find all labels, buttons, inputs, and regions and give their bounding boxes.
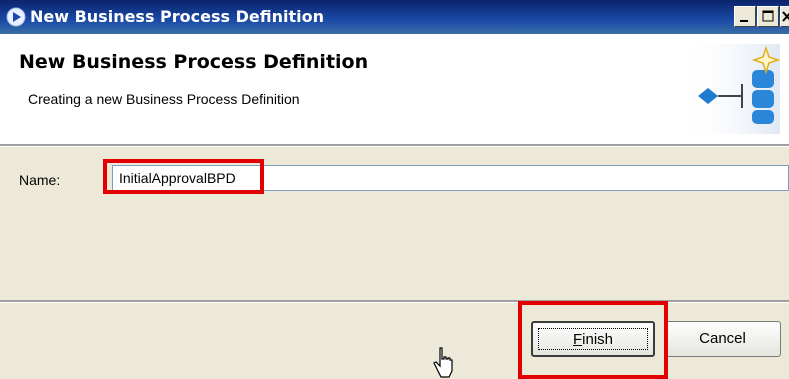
app-play-icon xyxy=(6,7,26,27)
name-label: Name: xyxy=(19,172,61,188)
finish-button[interactable]: Finish xyxy=(531,321,655,357)
minimize-button[interactable] xyxy=(734,6,756,27)
maximize-button[interactable] xyxy=(757,6,779,27)
button-bar-separator xyxy=(0,300,789,303)
header-separator xyxy=(0,144,789,147)
focus-ring xyxy=(538,328,648,350)
close-button[interactable] xyxy=(780,6,789,27)
window-title: New Business Process Definition xyxy=(30,7,324,26)
close-icon xyxy=(782,11,789,22)
title-bar[interactable]: New Business Process Definition xyxy=(0,0,789,34)
page-title: New Business Process Definition xyxy=(19,51,369,73)
bpd-wizard-icon xyxy=(680,44,780,134)
wizard-header: New Business Process Definition Creating… xyxy=(0,34,789,144)
maximize-icon xyxy=(762,10,774,22)
name-input[interactable] xyxy=(112,165,789,191)
page-description: Creating a new Business Process Definiti… xyxy=(28,91,300,107)
cancel-button[interactable]: Cancel xyxy=(664,321,781,357)
mouse-cursor-icon xyxy=(433,347,453,378)
new-bpd-dialog: New Business Process Definition New Busi… xyxy=(0,0,789,379)
minimize-icon xyxy=(740,20,748,22)
